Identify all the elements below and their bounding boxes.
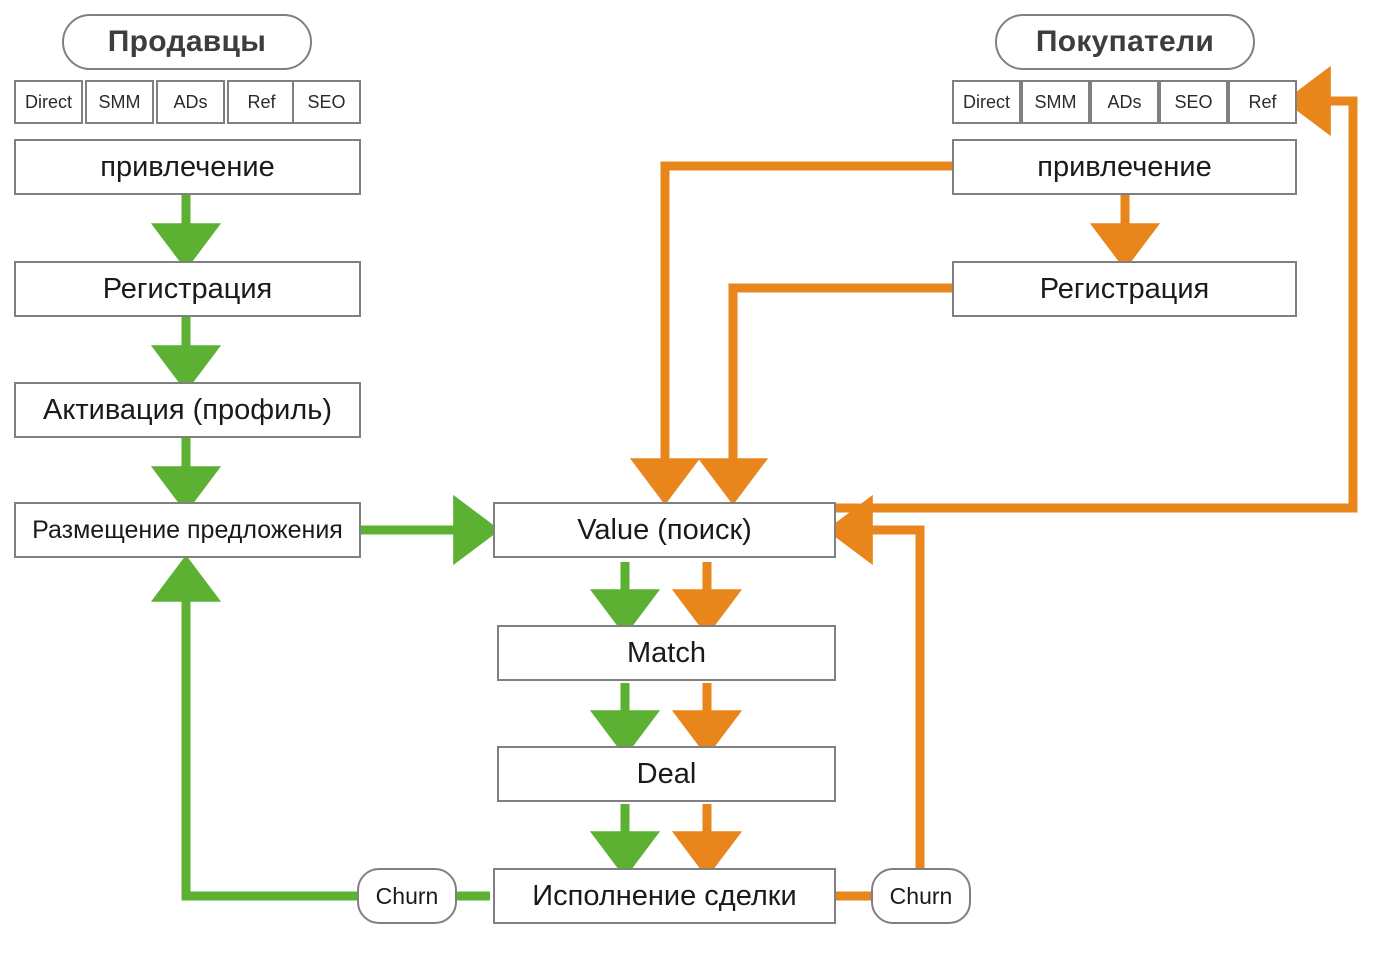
seller-stage-offer[interactable]: Размещение предложения [14,502,361,558]
buyer-channel-smm[interactable]: SMM [1021,80,1090,124]
center-stage-fulfilment-label: Исполнение сделки [532,879,797,912]
seller-stage-registration-label: Регистрация [102,272,273,305]
buyer-channel-ads-label: ADs [1107,91,1142,112]
sellers-title-pill: Продавцы [62,14,312,70]
seller-channel-ref[interactable]: Ref [227,80,296,124]
seller-channel-ads-label: ADs [173,91,208,112]
edge-buyer-acq-to-value [629,161,952,505]
center-stage-fulfilment[interactable]: Исполнение сделки [493,868,836,924]
center-stage-deal-label: Deal [636,757,697,790]
sellers-title-label: Продавцы [107,25,267,58]
buyer-channel-seo[interactable]: SEO [1159,80,1228,124]
seller-channel-direct[interactable]: Direct [14,80,83,124]
buyer-channel-seo-label: SEO [1174,91,1213,112]
center-stage-match-label: Match [627,636,706,669]
buyer-channel-direct[interactable]: Direct [952,80,1021,124]
seller-channel-ads[interactable]: ADs [156,80,225,124]
seller-stage-registration[interactable]: Регистрация [14,261,361,317]
buyer-stage-acquisition[interactable]: привлечение [952,139,1297,195]
churn-left[interactable]: Churn [357,868,457,924]
seller-stage-activation-label: Активация (профиль) [43,393,332,426]
seller-channel-smm-label: SMM [98,91,141,112]
center-stage-match[interactable]: Match [497,625,836,681]
buyer-stage-acquisition-label: привлечение [1037,150,1212,183]
seller-stage-activation[interactable]: Активация (профиль) [14,382,361,438]
center-stage-deal[interactable]: Deal [497,746,836,802]
edge-churn-left-to-offer [150,555,358,901]
buyer-stage-registration-label: Регистрация [1039,272,1210,305]
buyer-channel-smm-label: SMM [1034,91,1077,112]
diagram-canvas: Продавцы Direct SMM ADs Ref SEO привлече… [0,0,1378,956]
buyer-channel-ref[interactable]: Ref [1228,80,1297,124]
churn-right[interactable]: Churn [871,868,971,924]
churn-right-label: Churn [889,882,953,909]
seller-stage-acquisition[interactable]: привлечение [14,139,361,195]
buyer-channel-ref-label: Ref [1248,91,1277,112]
buyer-stage-registration[interactable]: Регистрация [952,261,1297,317]
buyers-title-pill: Покупатели [995,14,1255,70]
center-stage-value[interactable]: Value (поиск) [493,502,836,558]
seller-channel-ref-label: Ref [247,91,276,112]
churn-left-label: Churn [375,882,439,909]
seller-channel-smm[interactable]: SMM [85,80,154,124]
buyers-title-label: Покупатели [1035,25,1215,58]
buyer-channel-direct-label: Direct [962,91,1010,112]
seller-channel-seo-label: SEO [307,91,346,112]
edge-buyer-reg-to-value [697,283,952,505]
edge-churn-right-to-value [826,494,925,870]
seller-stage-offer-label: Размещение предложения [32,515,343,544]
center-stage-value-label: Value (поиск) [577,513,752,546]
seller-stage-acquisition-label: привлечение [100,150,275,183]
seller-channel-direct-label: Direct [24,91,72,112]
seller-channel-seo[interactable]: SEO [292,80,361,124]
buyer-channel-ads[interactable]: ADs [1090,80,1159,124]
